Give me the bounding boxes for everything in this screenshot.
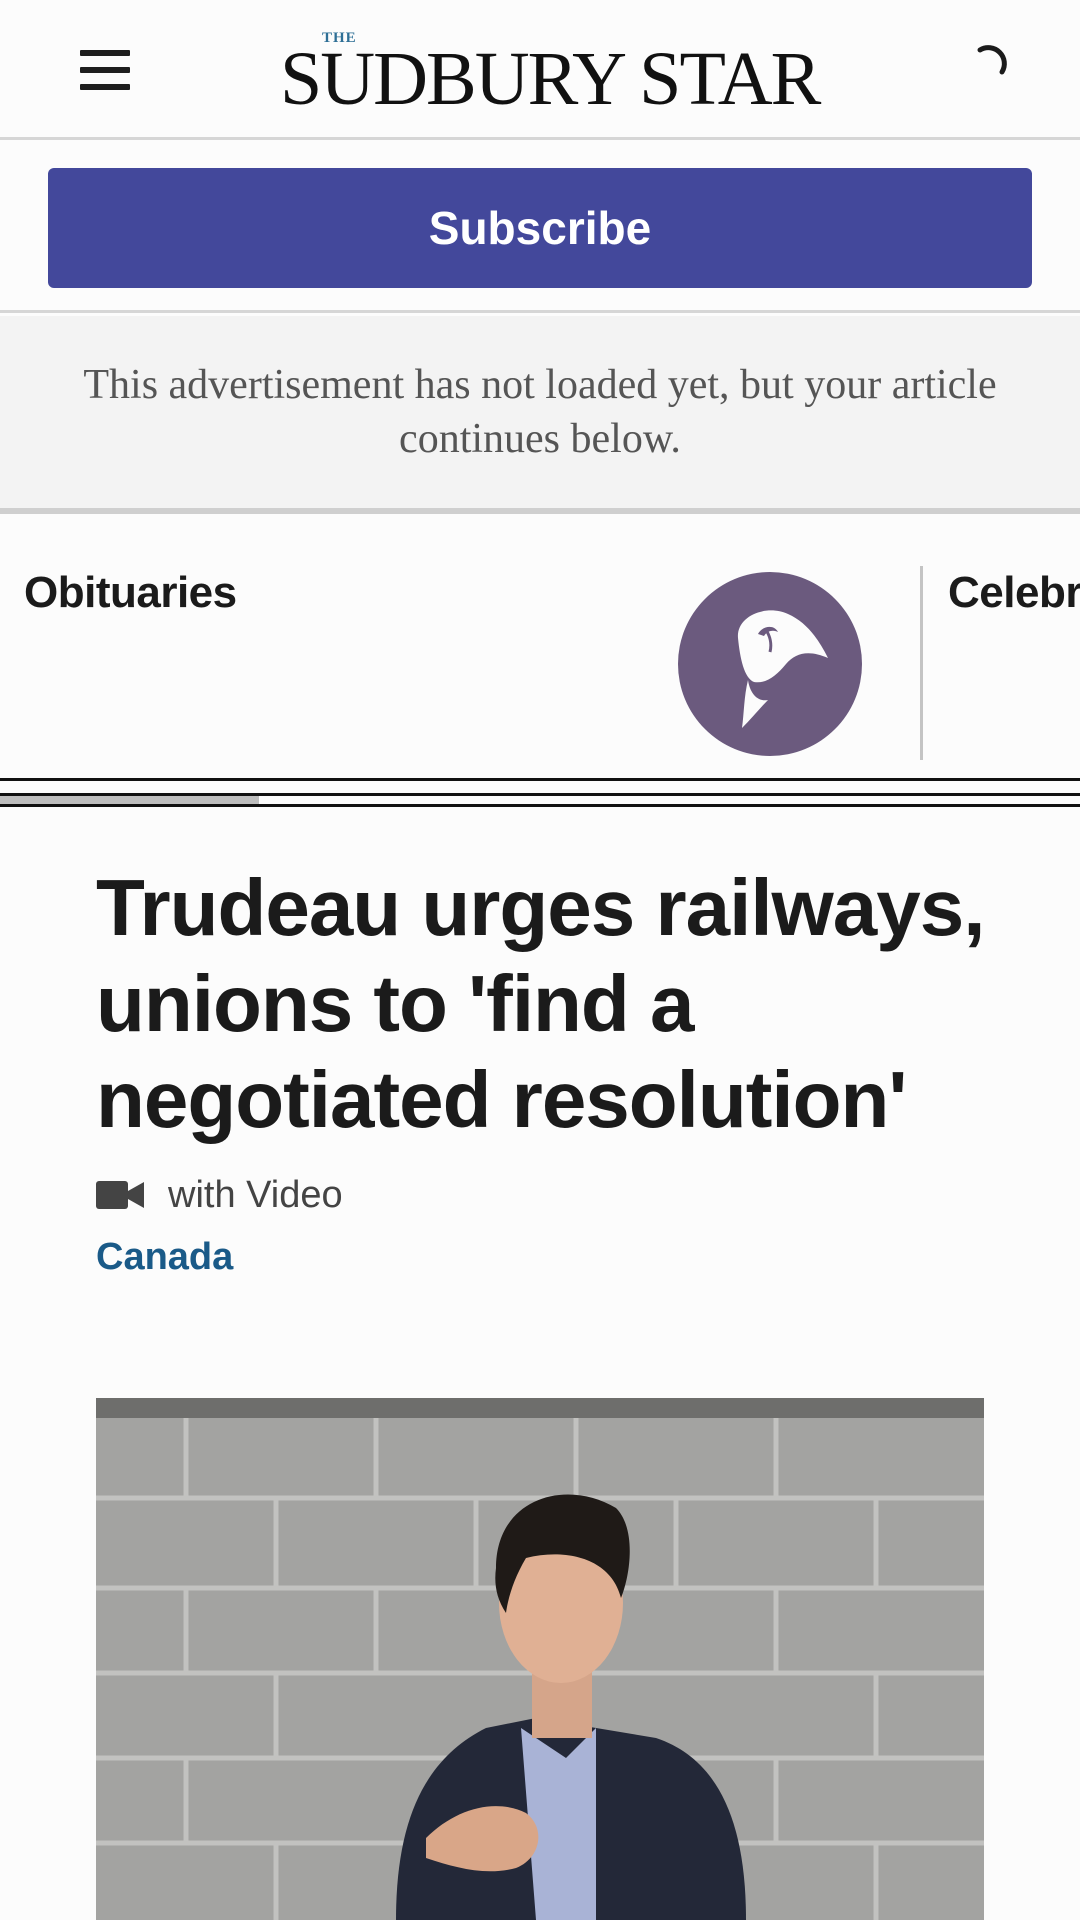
- ad-placeholder: This advertisement has not loaded yet, b…: [0, 316, 1080, 514]
- logo-name: SUDBURY STAR: [280, 37, 821, 121]
- subscribe-bar: Subscribe: [0, 143, 1080, 313]
- carousel-card-celebrations[interactable]: Celebrations: [926, 520, 1080, 760]
- video-label: with Video: [168, 1173, 343, 1216]
- article-headline: Trudeau urges railways, unions to 'find …: [96, 863, 985, 1144]
- hamburger-menu-icon[interactable]: [80, 50, 130, 90]
- carousel-divider: [920, 566, 923, 760]
- video-camera-icon: [96, 1181, 144, 1209]
- carousel-rule: [0, 778, 1080, 781]
- site-logo[interactable]: THE SUDBURY STAR: [280, 26, 821, 121]
- carousel-scroll-thumb[interactable]: [0, 796, 260, 804]
- carousel-card-label: Celebrations: [948, 568, 1080, 617]
- subscribe-button[interactable]: Subscribe: [48, 168, 1032, 288]
- carousel-scrollbar[interactable]: [0, 793, 1080, 807]
- loading-spinner-icon: [977, 45, 1007, 75]
- calla-lily-icon: [678, 572, 862, 756]
- ad-message: This advertisement has not loaded yet, b…: [83, 362, 997, 462]
- article-photo[interactable]: [96, 1398, 984, 1920]
- site-header: THE SUDBURY STAR: [0, 0, 1080, 140]
- section-carousel[interactable]: Obituaries Celebrations: [0, 520, 1080, 780]
- photo-image: [96, 1398, 984, 1920]
- carousel-card-label: Obituaries: [24, 568, 237, 617]
- category-link[interactable]: Canada: [96, 1236, 233, 1279]
- carousel-card-obituaries[interactable]: Obituaries: [0, 520, 920, 760]
- video-indicator[interactable]: with Video: [96, 1170, 343, 1220]
